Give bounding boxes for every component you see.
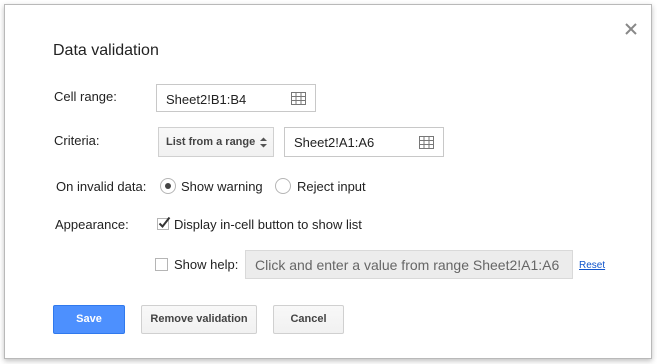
reject-input-label[interactable]: Reject input xyxy=(297,179,366,194)
reset-link[interactable]: Reset xyxy=(579,260,605,271)
criteria-type-value: List from a range xyxy=(166,136,256,148)
show-list-button-label[interactable]: Display in-cell button to show list xyxy=(174,217,362,232)
cell-range-label: Cell range: xyxy=(54,89,117,104)
criteria-type-select[interactable]: List from a range xyxy=(158,127,274,157)
grid-icon[interactable] xyxy=(419,136,434,149)
criteria-range-input[interactable]: Sheet2!A1:A6 xyxy=(284,127,444,157)
remove-validation-button[interactable]: Remove validation xyxy=(141,305,257,334)
criteria-range-value: Sheet2!A1:A6 xyxy=(294,135,375,150)
cell-range-input[interactable]: Sheet2!B1:B4 xyxy=(156,84,316,112)
save-button[interactable]: Save xyxy=(53,305,125,334)
show-help-label[interactable]: Show help: xyxy=(174,257,238,272)
show-help-checkbox[interactable] xyxy=(155,258,168,271)
help-text-input: Click and enter a value from range Sheet… xyxy=(245,250,573,279)
appearance-label: Appearance: xyxy=(55,217,129,232)
cell-range-value: Sheet2!B1:B4 xyxy=(166,92,247,107)
criteria-label: Criteria: xyxy=(54,133,100,148)
chevron-up-down-icon xyxy=(260,137,267,148)
grid-icon[interactable] xyxy=(291,92,306,105)
cancel-button[interactable]: Cancel xyxy=(273,305,344,334)
invalid-data-label: On invalid data: xyxy=(56,179,147,194)
show-warning-label[interactable]: Show warning xyxy=(181,179,263,194)
help-text-value: Click and enter a value from range Sheet… xyxy=(255,257,560,273)
reject-input-radio[interactable] xyxy=(275,178,291,194)
data-validation-dialog: Data validation Cell range: Sheet2!B1:B4… xyxy=(4,4,652,359)
checked-checkbox[interactable] xyxy=(156,215,172,231)
show-warning-radio[interactable] xyxy=(160,178,176,194)
dialog-title: Data validation xyxy=(53,42,159,59)
close-icon[interactable] xyxy=(623,21,639,37)
